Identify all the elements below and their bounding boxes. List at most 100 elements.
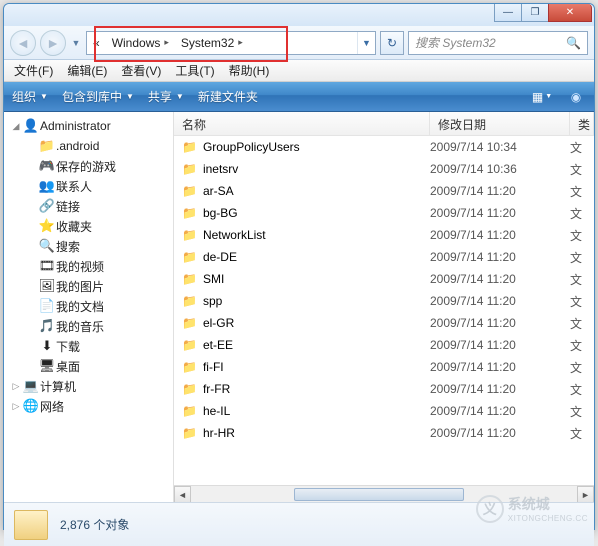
table-row[interactable]: 📁fi-FI2009/7/14 11:20文	[174, 356, 594, 378]
file-name: fr-FR	[203, 382, 230, 396]
include-in-library-button[interactable]: 包含到库中 ▼	[62, 88, 134, 105]
tree-item-music[interactable]: 🎵我的音乐	[4, 316, 173, 336]
address-bar[interactable]: « Windows ▸ System32 ▸ ▼	[86, 31, 376, 55]
help-button[interactable]: ◉	[566, 87, 586, 107]
maximize-button[interactable]: ❐	[521, 4, 549, 22]
folder-icon: 📁	[182, 404, 197, 418]
table-row[interactable]: 📁spp2009/7/14 11:20文	[174, 290, 594, 312]
menu-help[interactable]: 帮助(H)	[223, 60, 276, 81]
column-type[interactable]: 类	[570, 112, 594, 135]
tree-item-links[interactable]: 🔗链接	[4, 196, 173, 216]
tree-item-search[interactable]: 🔍搜索	[4, 236, 173, 256]
nav-tree[interactable]: ◢👤Administrator📁.android🎮保存的游戏👥联系人🔗链接⭐收藏…	[4, 112, 174, 502]
breadcrumb-system32[interactable]: System32 ▸	[175, 32, 249, 54]
table-row[interactable]: 📁el-GR2009/7/14 11:20文	[174, 312, 594, 334]
tree-item-network[interactable]: ▷🌐网络	[4, 396, 173, 416]
table-row[interactable]: 📁NetworkList2009/7/14 11:20文	[174, 224, 594, 246]
tree-item-desktop[interactable]: 🖥桌面	[4, 356, 173, 376]
table-row[interactable]: 📁inetsrv2009/7/14 10:36文	[174, 158, 594, 180]
file-date: 2009/7/14 11:20	[430, 250, 570, 264]
scroll-left-button[interactable]: ◄	[174, 486, 191, 502]
new-folder-button[interactable]: 新建文件夹	[198, 88, 258, 105]
folder-icon: 📁	[182, 140, 197, 154]
file-date: 2009/7/14 11:20	[430, 382, 570, 396]
share-button[interactable]: 共享 ▼	[148, 88, 184, 105]
breadcrumb-windows[interactable]: Windows ▸	[106, 32, 175, 54]
tree-item-user[interactable]: ◢👤Administrator	[4, 116, 173, 136]
tree-item-label: 链接	[56, 198, 80, 215]
breadcrumb-overflow[interactable]: «	[87, 32, 106, 54]
chevron-right-icon: ▸	[238, 37, 243, 48]
tree-item-label: 收藏夹	[56, 218, 92, 235]
file-type: 文	[570, 227, 594, 244]
watermark-brand: 系统城	[508, 494, 588, 514]
tree-item-label: 我的视频	[56, 258, 104, 275]
tree-item-computer[interactable]: ▷💻计算机	[4, 376, 173, 396]
tree-item-favorites[interactable]: ⭐收藏夹	[4, 216, 173, 236]
tree-item-label: 我的文档	[56, 298, 104, 315]
table-row[interactable]: 📁GroupPolicyUsers2009/7/14 10:34文	[174, 136, 594, 158]
back-button[interactable]: ◄	[10, 30, 36, 56]
file-date: 2009/7/14 11:20	[430, 338, 570, 352]
command-bar: 组织 ▼ 包含到库中 ▼ 共享 ▼ 新建文件夹 ▦ ▼ ◉	[4, 82, 594, 112]
file-type: 文	[570, 381, 594, 398]
file-date: 2009/7/14 11:20	[430, 272, 570, 286]
newfolder-label: 新建文件夹	[198, 88, 258, 105]
table-row[interactable]: 📁bg-BG2009/7/14 11:20文	[174, 202, 594, 224]
table-row[interactable]: 📁fr-FR2009/7/14 11:20文	[174, 378, 594, 400]
file-name: he-IL	[203, 404, 230, 418]
tree-item-contacts[interactable]: 👥联系人	[4, 176, 173, 196]
table-row[interactable]: 📁he-IL2009/7/14 11:20文	[174, 400, 594, 422]
tree-item-pictures[interactable]: 🖼我的图片	[4, 276, 173, 296]
downloads-icon: ⬇	[38, 338, 56, 354]
history-dropdown[interactable]: ▼	[70, 34, 82, 52]
tree-item-documents[interactable]: 📄我的文档	[4, 296, 173, 316]
search-input[interactable]: 搜索 System32 🔍	[408, 31, 588, 55]
folder-icon: 📁	[38, 138, 56, 154]
tree-item-label: 联系人	[56, 178, 92, 195]
tree-item-downloads[interactable]: ⬇下载	[4, 336, 173, 356]
table-row[interactable]: 📁hr-HR2009/7/14 11:20文	[174, 422, 594, 444]
scroll-thumb[interactable]	[294, 488, 464, 501]
expander-icon[interactable]: ◢	[10, 121, 22, 132]
menu-view[interactable]: 查看(V)	[115, 60, 167, 81]
refresh-icon: ↻	[387, 36, 397, 50]
tree-item-savedgames[interactable]: 🎮保存的游戏	[4, 156, 173, 176]
tree-item-label: Administrator	[40, 119, 111, 133]
tree-item-folder[interactable]: 📁.android	[4, 136, 173, 156]
folder-icon: 📁	[182, 360, 197, 374]
forward-button[interactable]: ►	[40, 30, 66, 56]
file-type: 文	[570, 315, 594, 332]
share-label: 共享	[148, 88, 172, 105]
watermark-logo-icon: 义	[476, 495, 504, 523]
titlebar[interactable]: — ❐ ✕	[4, 4, 594, 26]
file-list[interactable]: 📁GroupPolicyUsers2009/7/14 10:34文📁inetsr…	[174, 136, 594, 485]
tree-item-videos[interactable]: 🎞我的视频	[4, 256, 173, 276]
watermark: 义 系统城 XITONGCHENG.CC	[476, 494, 588, 523]
column-date[interactable]: 修改日期	[430, 112, 570, 135]
pictures-icon: 🖼	[38, 278, 56, 294]
breadcrumb-label: System32	[181, 36, 234, 50]
view-options-button[interactable]: ▦ ▼	[532, 87, 552, 107]
file-list-pane: 名称 修改日期 类 📁GroupPolicyUsers2009/7/14 10:…	[174, 112, 594, 502]
menu-file[interactable]: 文件(F)	[8, 60, 59, 81]
table-row[interactable]: 📁SMI2009/7/14 11:20文	[174, 268, 594, 290]
refresh-button[interactable]: ↻	[380, 31, 404, 55]
minimize-button[interactable]: —	[494, 4, 522, 22]
menu-tools[interactable]: 工具(T)	[169, 60, 220, 81]
menu-edit[interactable]: 编辑(E)	[61, 60, 113, 81]
savedgames-icon: 🎮	[38, 158, 56, 174]
close-button[interactable]: ✕	[548, 4, 592, 22]
address-dropdown[interactable]: ▼	[357, 32, 375, 54]
table-row[interactable]: 📁et-EE2009/7/14 11:20文	[174, 334, 594, 356]
organize-button[interactable]: 组织 ▼	[12, 88, 48, 105]
contacts-icon: 👥	[38, 178, 56, 194]
folder-icon: 📁	[182, 426, 197, 440]
table-row[interactable]: 📁ar-SA2009/7/14 11:20文	[174, 180, 594, 202]
folder-icon: 📁	[182, 316, 197, 330]
table-row[interactable]: 📁de-DE2009/7/14 11:20文	[174, 246, 594, 268]
column-name[interactable]: 名称	[174, 112, 430, 135]
music-icon: 🎵	[38, 318, 56, 334]
expander-icon[interactable]: ▷	[10, 381, 22, 392]
expander-icon[interactable]: ▷	[10, 401, 22, 412]
